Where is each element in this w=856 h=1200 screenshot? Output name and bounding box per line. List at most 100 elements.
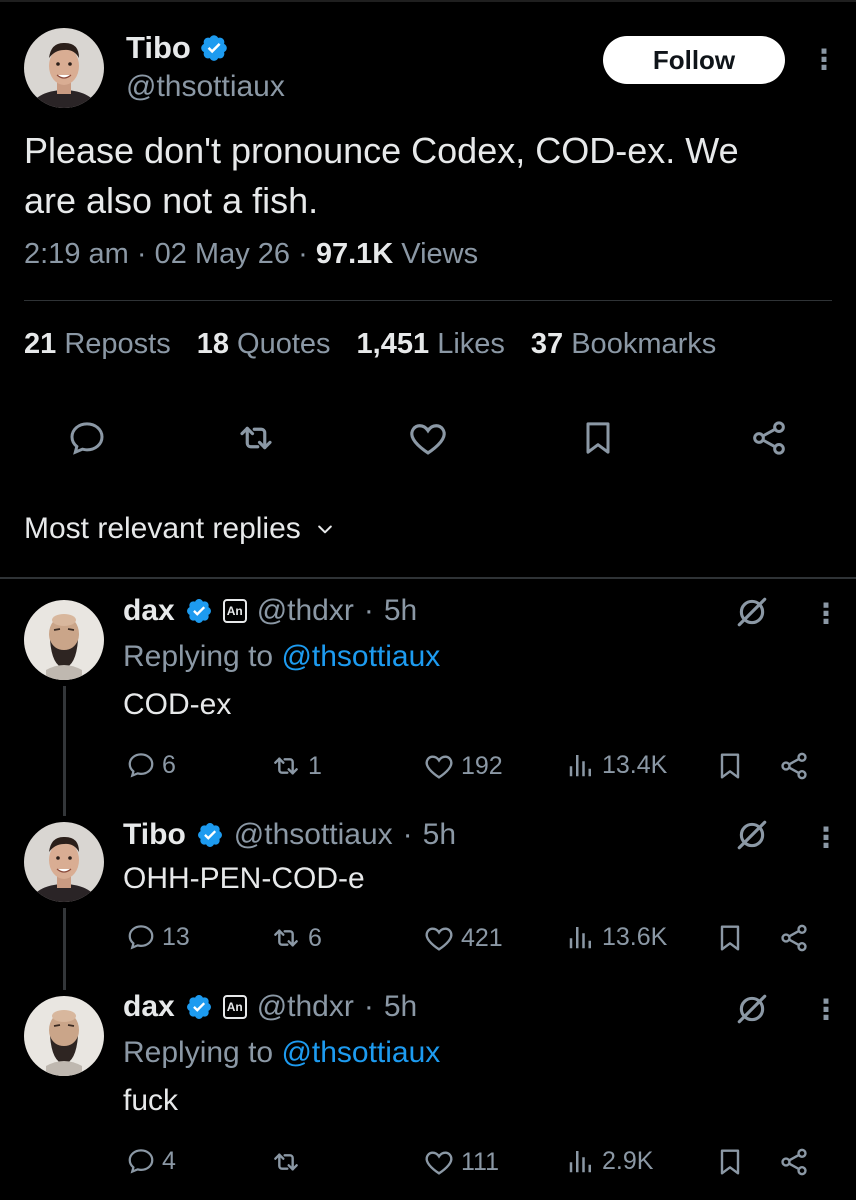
reply-icon (126, 922, 156, 952)
heart-icon (423, 922, 455, 954)
tweet-text: Please don't pronounce Codex, COD-ex. We… (24, 126, 824, 226)
author-handle[interactable]: @thsottiaux (126, 70, 285, 104)
reply-reposts[interactable]: 1 (270, 750, 322, 782)
views-icon (566, 750, 596, 780)
replying-to: Replying to @thsottiaux (123, 1036, 441, 1069)
reply-more-icon[interactable]: ⋮ (812, 824, 840, 852)
reply-text: COD-ex (123, 688, 232, 721)
verified-badge-icon[interactable] (196, 821, 224, 849)
reply-author-name[interactable]: dax (123, 594, 175, 628)
repost-icon (270, 750, 302, 782)
reply-reposts[interactable] (270, 1146, 308, 1178)
reply-more-icon[interactable]: ⋮ (812, 600, 840, 628)
reply-separator: · (363, 990, 374, 1023)
repost-icon (270, 922, 302, 954)
reply-likes[interactable]: 192 (423, 750, 503, 782)
reply-bookmark-icon[interactable] (714, 922, 746, 959)
likes-stat[interactable]: 1,451 Likes (357, 328, 505, 361)
reply-avatar[interactable] (24, 996, 104, 1076)
reply-button[interactable] (64, 415, 110, 461)
reply-time[interactable]: 5h (384, 594, 417, 628)
heart-icon (423, 1146, 455, 1178)
author-avatar-image (24, 28, 104, 108)
author-name-row[interactable]: Tibo (126, 30, 229, 66)
thread-line (63, 908, 66, 990)
more-options-icon[interactable]: ⋮ (810, 46, 838, 74)
grok-icon[interactable] (735, 818, 769, 852)
reply-time[interactable]: 5h (423, 818, 456, 852)
tweet-meta: 2:19 am · 02 May 26 · 97.1K Views (24, 238, 478, 271)
reply-author-handle[interactable]: @thdxr (257, 990, 354, 1024)
reply-share-icon[interactable] (778, 750, 810, 787)
bookmark-icon (578, 418, 618, 458)
stats-divider-top (24, 300, 832, 301)
reply-likes[interactable]: 111 (423, 1146, 499, 1178)
verified-badge-icon[interactable] (185, 993, 213, 1021)
reply-comments[interactable]: 13 (126, 922, 190, 952)
share-button[interactable] (746, 415, 792, 461)
follow-button[interactable]: Follow (603, 36, 785, 84)
reposts-stat[interactable]: 21 Reposts (24, 328, 171, 361)
top-divider (0, 0, 856, 2)
reply-avatar[interactable] (24, 600, 104, 680)
reply-icon (126, 1146, 156, 1176)
replying-to: Replying to @thsottiaux (123, 640, 441, 673)
reply-bookmark-icon[interactable] (714, 750, 746, 787)
reply-icon (67, 418, 107, 458)
replies-divider (0, 577, 856, 579)
views-count: 97.1K (315, 238, 394, 270)
tweet-text-line2: are also not a fish. (24, 180, 319, 221)
tweet-text-line1: Please don't pronounce Codex, COD-ex. We (24, 130, 739, 171)
chevron-down-icon (317, 525, 332, 534)
author-name[interactable]: Tibo (126, 30, 191, 66)
reply-author-name[interactable]: Tibo (123, 818, 186, 852)
reply-author-name[interactable]: dax (123, 990, 175, 1024)
repost-icon (235, 417, 277, 459)
verified-badge-icon[interactable] (185, 597, 213, 625)
author-avatar[interactable] (24, 28, 104, 108)
reply-views[interactable]: 13.6K (566, 922, 667, 952)
replies-sort-label: Most relevant replies (24, 512, 301, 545)
like-button[interactable] (405, 415, 451, 461)
affiliate-badge-icon[interactable]: An (222, 599, 247, 623)
reply-text: fuck (123, 1084, 179, 1117)
reply-avatar-image (24, 600, 104, 680)
affiliate-badge-icon[interactable]: An (222, 995, 247, 1019)
reply-time[interactable]: 5h (384, 990, 417, 1024)
replying-to-handle[interactable]: @thsottiaux (281, 1036, 440, 1069)
verified-badge-icon[interactable] (199, 33, 229, 63)
reply-comments[interactable]: 4 (126, 1146, 176, 1176)
bookmark-button[interactable] (575, 415, 621, 461)
heart-icon (423, 750, 455, 782)
views-label: Views (401, 238, 479, 270)
tweet-date[interactable]: 02 May 26 (155, 238, 290, 270)
grok-icon[interactable] (735, 992, 769, 1026)
reply-views[interactable]: 2.9K (566, 1146, 653, 1176)
views-icon (566, 1146, 596, 1176)
reply-header: Tibo @thsottiaux · 5h (123, 818, 456, 852)
reply-bookmark-icon[interactable] (714, 1146, 746, 1183)
reply-share-icon[interactable] (778, 1146, 810, 1183)
thread-line (63, 686, 66, 816)
replying-to-handle[interactable]: @thsottiaux (281, 640, 440, 673)
repost-icon (270, 1146, 302, 1178)
reply-views[interactable]: 13.4K (566, 750, 667, 780)
reply-comments[interactable]: 6 (126, 750, 176, 780)
quotes-stat[interactable]: 18 Quotes (197, 328, 331, 361)
bookmarks-stat[interactable]: 37 Bookmarks (531, 328, 716, 361)
reply-author-handle[interactable]: @thsottiaux (234, 818, 393, 852)
replies-sort-dropdown[interactable]: Most relevant replies (24, 512, 335, 546)
meta-separator: · (298, 238, 308, 270)
reply-text: OHH-PEN-COD-e (123, 862, 365, 895)
reply-author-handle[interactable]: @thdxr (257, 594, 354, 628)
reply-reposts[interactable]: 6 (270, 922, 322, 954)
reply-more-icon[interactable]: ⋮ (812, 996, 840, 1024)
reply-likes[interactable]: 421 (423, 922, 503, 954)
grok-icon[interactable] (735, 595, 769, 629)
reply-header: dax An @thdxr · 5h (123, 594, 417, 628)
heart-icon (407, 417, 449, 459)
reply-share-icon[interactable] (778, 922, 810, 959)
reply-avatar[interactable] (24, 822, 104, 902)
repost-button[interactable] (233, 415, 279, 461)
tweet-time[interactable]: 2:19 am (24, 238, 129, 270)
